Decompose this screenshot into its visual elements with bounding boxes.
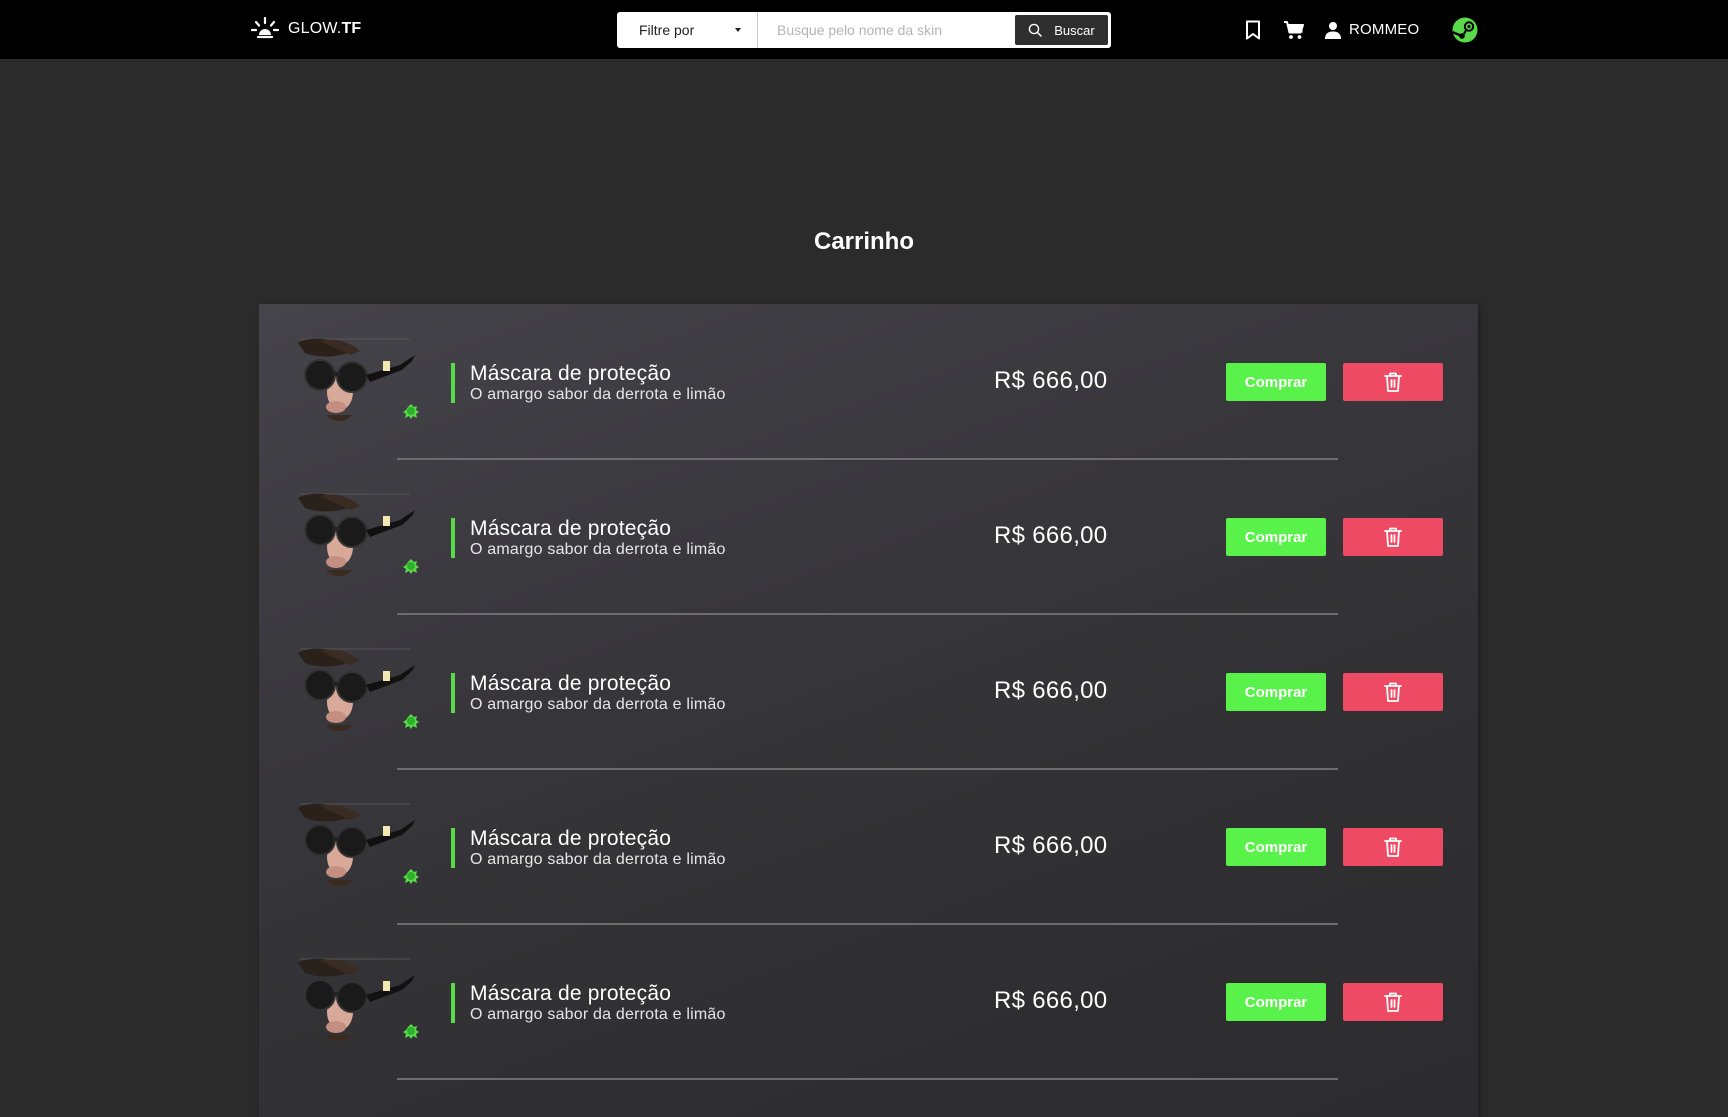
item-image [298,648,419,731]
item-price: R$ 666,00 [994,522,1108,549]
item-image [298,958,419,1041]
item-name: Máscara de proteção [470,827,672,850]
user-icon [1325,21,1341,39]
bookmarks-button[interactable] [1244,0,1262,59]
delete-button[interactable] [1343,983,1443,1021]
buy-button[interactable]: Comprar [1226,983,1326,1021]
page-title: Carrinho [813,228,914,255]
item-image [298,338,419,421]
search-button[interactable]: Buscar [1015,15,1108,45]
search-input[interactable] [758,12,1015,48]
trash-icon [1384,837,1402,857]
steam-icon [1452,17,1478,42]
bookmark-icon [1246,20,1260,39]
item-info: Máscara de proteção O amargo sabor da de… [451,673,726,713]
item-name: Máscara de proteção [470,517,672,540]
buy-button[interactable]: Comprar [1226,673,1326,711]
search-button-label: Buscar [1054,22,1095,38]
buy-button[interactable]: Comprar [1226,828,1326,866]
delete-button[interactable] [1343,363,1443,401]
logo-text: GLOW.TF [288,20,362,37]
item-image [298,803,419,886]
sunrise-logo-icon [250,16,280,39]
steam-button[interactable] [1452,0,1478,59]
cart-item: Máscara de proteção O amargo sabor da de… [259,304,1478,460]
item-description: O amargo sabor da derrota e limão [470,851,726,868]
item-name: Máscara de proteção [470,362,672,385]
trash-icon [1384,992,1402,1012]
top-navbar: GLOW.TF Filtre por Buscar [0,0,1728,59]
trash-icon [1384,372,1402,392]
buy-button[interactable]: Comprar [1226,363,1326,401]
item-info: Máscara de proteção O amargo sabor da de… [451,518,726,558]
search-bar: Filtre por Buscar [617,12,1111,48]
item-info: Máscara de proteção O amargo sabor da de… [451,828,726,868]
cart-item: Máscara de proteção O amargo sabor da de… [259,769,1478,925]
cart-item: Máscara de proteção O amargo sabor da de… [259,924,1478,1080]
item-price: R$ 666,00 [994,367,1108,394]
buy-button[interactable]: Comprar [1226,518,1326,556]
item-description: O amargo sabor da derrota e limão [470,1006,726,1023]
item-price: R$ 666,00 [994,987,1108,1014]
item-info: Máscara de proteção O amargo sabor da de… [451,983,726,1023]
item-info: Máscara de proteção O amargo sabor da de… [451,363,726,403]
cart-button[interactable] [1283,0,1305,59]
item-image [298,493,419,576]
cart-panel: Máscara de proteção O amargo sabor da de… [259,304,1478,1117]
username: ROMMEO [1349,21,1420,38]
delete-button[interactable] [1343,673,1443,711]
filter-dropdown[interactable]: Filtre por [617,12,758,48]
item-name: Máscara de proteção [470,672,672,695]
cart-item: Máscara de proteção O amargo sabor da de… [259,459,1478,615]
search-icon [1028,23,1043,37]
cart-item: Máscara de proteção O amargo sabor da de… [259,614,1478,770]
row-divider [397,1078,1338,1080]
item-description: O amargo sabor da derrota e limão [470,541,726,558]
item-description: O amargo sabor da derrota e limão [470,386,726,403]
trash-icon [1384,527,1402,547]
site-logo[interactable]: GLOW.TF [250,16,361,42]
filter-label: Filtre por [639,22,695,38]
item-price: R$ 666,00 [994,677,1108,704]
user-menu[interactable]: ROMMEO [1324,0,1419,59]
caret-down-icon [735,28,741,32]
item-name: Máscara de proteção [470,982,672,1005]
shopping-cart-icon [1284,20,1304,39]
item-description: O amargo sabor da derrota e limão [470,696,726,713]
delete-button[interactable] [1343,828,1443,866]
delete-button[interactable] [1343,518,1443,556]
trash-icon [1384,682,1402,702]
item-price: R$ 666,00 [994,832,1108,859]
